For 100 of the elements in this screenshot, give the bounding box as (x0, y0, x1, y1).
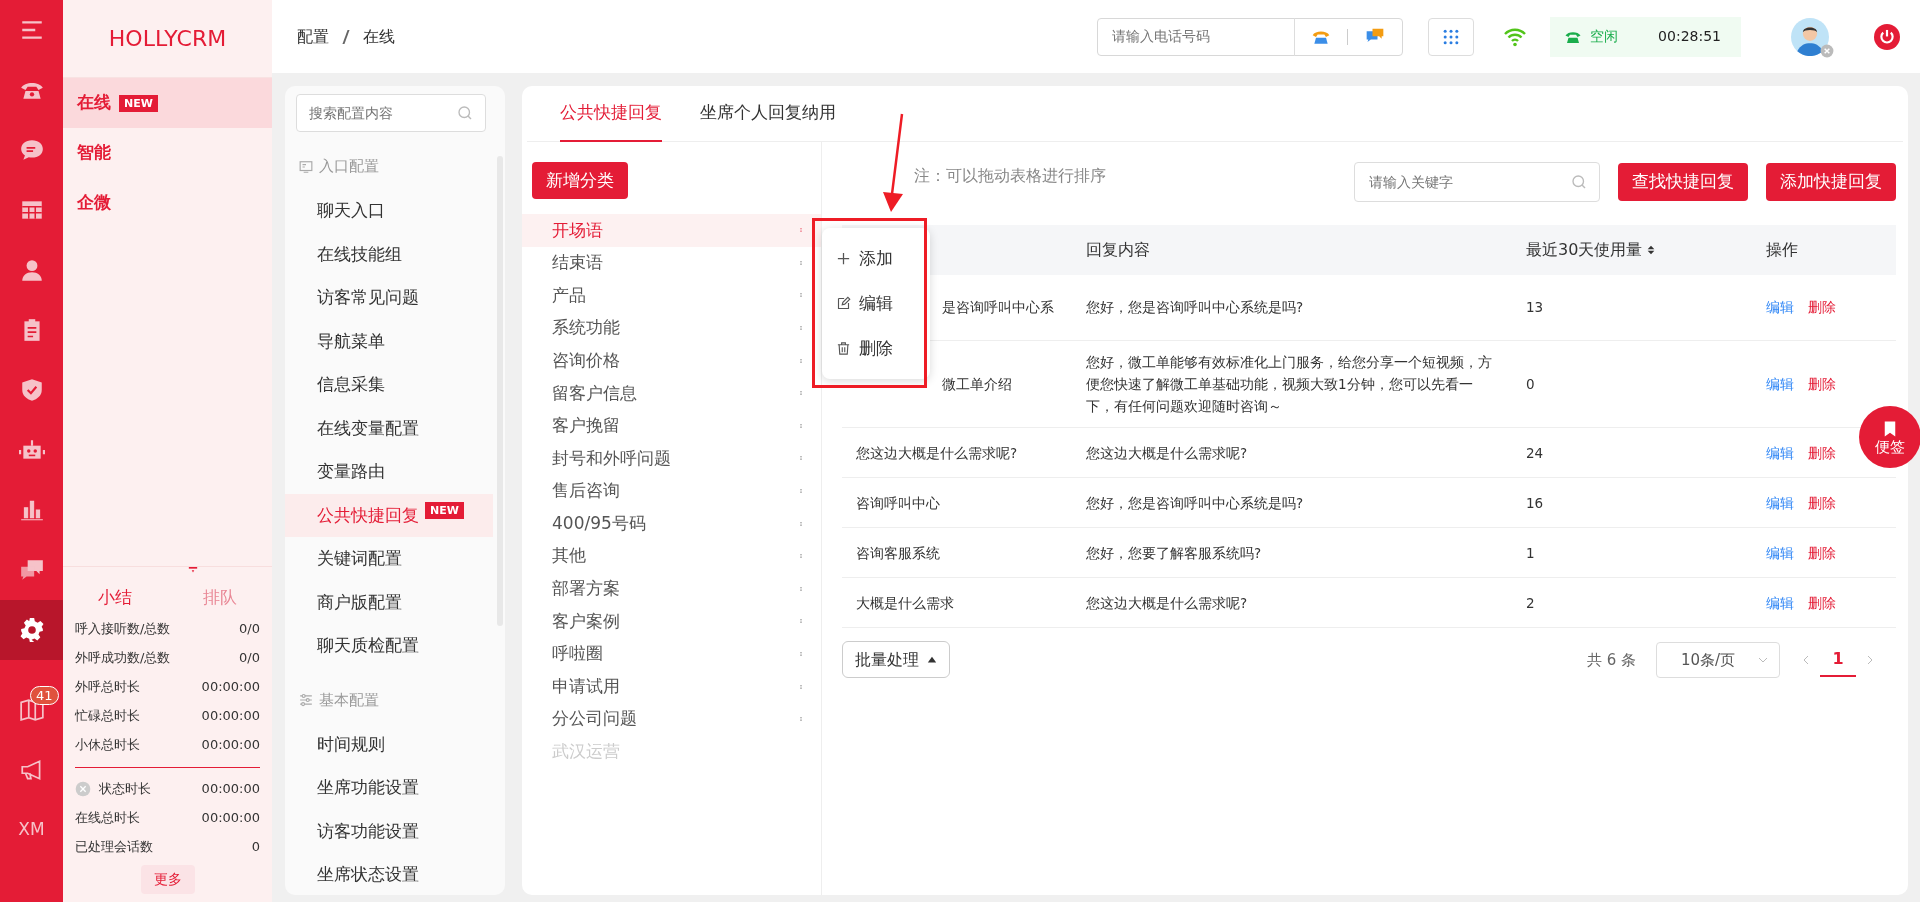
category-item[interactable]: 客户挽留 (552, 413, 620, 439)
plus-icon (836, 251, 851, 266)
edit-link[interactable]: 编辑 (1766, 491, 1794, 514)
batch-button[interactable]: 批量处理 (842, 641, 950, 679)
stat-value: 0 (251, 837, 260, 856)
delete-link[interactable]: 删除 (1808, 441, 1836, 464)
power-icon[interactable] (1874, 23, 1900, 50)
nav-item[interactable]: 智能 (63, 128, 272, 178)
delete-link[interactable]: 删除 (1808, 541, 1836, 564)
config-menu-item[interactable]: 坐席状态设置 (285, 853, 493, 895)
menu-item[interactable]: 添加 (822, 236, 930, 281)
delete-link[interactable]: 删除 (1808, 372, 1836, 396)
category-item[interactable]: 售后咨询 (552, 478, 620, 504)
config-menu-item[interactable]: 聊天入口 (285, 189, 493, 233)
search-field[interactable]: 搜索配置内容 (296, 94, 486, 132)
tab[interactable]: 坐席个人回复纳用 (700, 86, 836, 142)
table-cell: 大概是什么需求 (856, 594, 954, 611)
table-cell: 13 (1526, 299, 1544, 316)
category-item[interactable]: 系统功能 (552, 315, 620, 341)
config-menu-item[interactable]: 在线技能组 (285, 232, 493, 276)
delete-link[interactable]: 删除 (1808, 296, 1836, 319)
category-item[interactable]: 申请试用 (552, 673, 620, 700)
table-cell: 您好，您要了解客服系统吗? (1086, 544, 1262, 561)
config-menu-item[interactable]: 变量路由 (285, 450, 493, 494)
stat-value: 00:00:00 (201, 779, 260, 798)
edit-link[interactable]: 编辑 (1766, 541, 1794, 564)
edit-link[interactable]: 编辑 (1766, 296, 1794, 319)
more-button[interactable]: 更多 (140, 865, 195, 894)
category-item[interactable]: 开场语 (552, 217, 603, 244)
delete-link[interactable]: 删除 (1808, 491, 1836, 514)
column-header: 回复内容 (1086, 240, 1150, 259)
stat-label: 呼入接听数/总数 (75, 619, 171, 638)
config-menu-item[interactable]: 导航菜单 (285, 319, 493, 363)
keyword-search-field[interactable]: 请输入关键字 (1354, 162, 1600, 202)
summary-tab[interactable]: 小结 (63, 584, 168, 610)
breadcrumb-item[interactable]: 配置 (297, 24, 329, 49)
nav-item[interactable]: 企微 (63, 178, 272, 228)
phone-input[interactable]: 请输入电话号码 (1098, 26, 1295, 47)
edit-link[interactable]: 编辑 (1766, 372, 1794, 396)
status-label: 空闲 (1590, 27, 1619, 46)
monitor-icon (299, 159, 313, 174)
config-menu-item[interactable]: 商户版配置 (285, 580, 493, 624)
table-cell: 咨询呼叫中心 (856, 494, 940, 511)
category-item[interactable]: 产品 (552, 282, 586, 309)
stat-value: 00:00:00 (201, 677, 260, 696)
stat-label: 外呼成功数/总数 (75, 648, 171, 667)
search-icon (1570, 173, 1588, 191)
rail-item[interactable]: 41 (0, 680, 63, 740)
delete-link[interactable]: 删除 (1808, 591, 1836, 614)
new-badge: NEW (425, 501, 464, 519)
table-cell: 2 (1526, 594, 1535, 611)
config-menu-item[interactable]: 访客常见问题 (285, 276, 493, 320)
nav-item[interactable]: 在线 NEW (63, 78, 272, 128)
menu-item[interactable]: 编辑 (822, 281, 930, 326)
page-button[interactable]: 1 (1820, 642, 1856, 677)
column-header: 操作 (1766, 240, 1798, 259)
category-item[interactable]: 封号和外呼问题 (552, 445, 671, 472)
config-menu-item[interactable]: 时间规则 (285, 722, 493, 766)
close-icon[interactable] (75, 780, 91, 797)
toolbar-button[interactable]: 查找快捷回复 (1618, 163, 1748, 201)
category-item[interactable]: 客户案例 (552, 608, 620, 635)
search-icon (456, 104, 474, 122)
stat-value: 0/0 (239, 619, 260, 638)
section-title: 入口配置 (319, 156, 379, 178)
close-icon[interactable] (1820, 43, 1834, 58)
category-item[interactable]: 400/95号码 (552, 510, 646, 537)
category-item[interactable]: 留客户信息 (552, 380, 637, 406)
category-item[interactable]: 部署方案 (552, 576, 620, 602)
category-item[interactable]: 咨询价格 (552, 347, 620, 374)
menu-item[interactable]: 删除 (822, 326, 930, 371)
category-item[interactable]: 呼啦圈 (552, 641, 603, 667)
stat-label: 状态时长 (99, 779, 151, 798)
add-category-button[interactable]: 新增分类 (532, 162, 628, 199)
page-size-select[interactable]: 10条/页 (1656, 641, 1780, 678)
category-item[interactable]: 分公司问题 (552, 706, 637, 732)
stat-value: 00:00:00 (201, 735, 260, 754)
phone-field[interactable]: 请输入电话号码 (1097, 17, 1404, 56)
config-menu-item[interactable]: 关键词配置 (285, 537, 493, 581)
config-menu-item[interactable]: 信息采集 (285, 363, 493, 407)
category-item[interactable]: 其他 (552, 543, 586, 569)
config-menu-item[interactable]: 在线变量配置 (285, 406, 493, 450)
stat-label: 忙碌总时长 (75, 706, 140, 725)
rail-item[interactable] (0, 600, 63, 660)
tab[interactable]: 公共快捷回复 (560, 86, 662, 142)
table-cell: 您这边大概是什么需求呢? (856, 444, 1018, 461)
table-cell: 您这边大概是什么需求呢? (1086, 444, 1248, 461)
edit-link[interactable]: 编辑 (1766, 441, 1794, 464)
config-menu-item[interactable]: 访客功能设置 (285, 809, 493, 853)
toolbar-button[interactable]: 添加快捷回复 (1766, 163, 1896, 201)
breadcrumb-separator (342, 29, 350, 44)
notes-button[interactable]: 便签 (1859, 406, 1920, 468)
trash-icon (836, 341, 851, 356)
category-item[interactable]: 结束语 (552, 250, 603, 276)
edit-link[interactable]: 编辑 (1766, 591, 1794, 614)
stat-label: 外呼总时长 (75, 677, 140, 696)
avatar-icon[interactable] (1791, 17, 1829, 56)
config-menu-item[interactable]: 聊天质检配置 (285, 624, 493, 668)
table-cell: 您好，微工单能够有效标准化上门服务，给您分享一个短视频，方便您快速了解微工单基础功能，视频大致1分钟，您可以先看一下，有任何问题欢迎随时咨询～ (1086, 353, 1492, 415)
config-menu-item[interactable]: 坐席功能设置 (285, 766, 493, 810)
config-menu-item[interactable]: 公共快捷回复 NEW (285, 493, 493, 537)
